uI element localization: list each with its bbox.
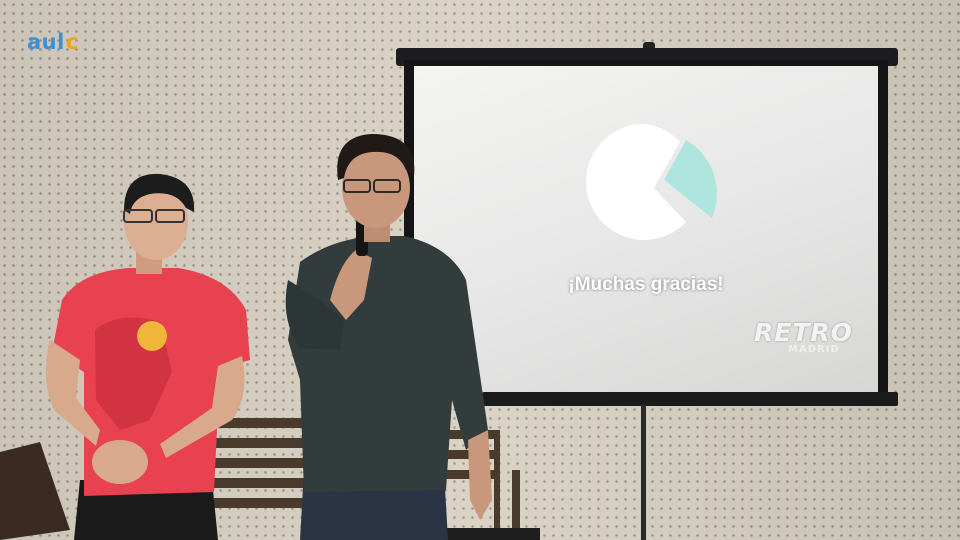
speakers <box>45 134 492 540</box>
person-right <box>285 134 492 540</box>
person-left <box>45 173 250 540</box>
